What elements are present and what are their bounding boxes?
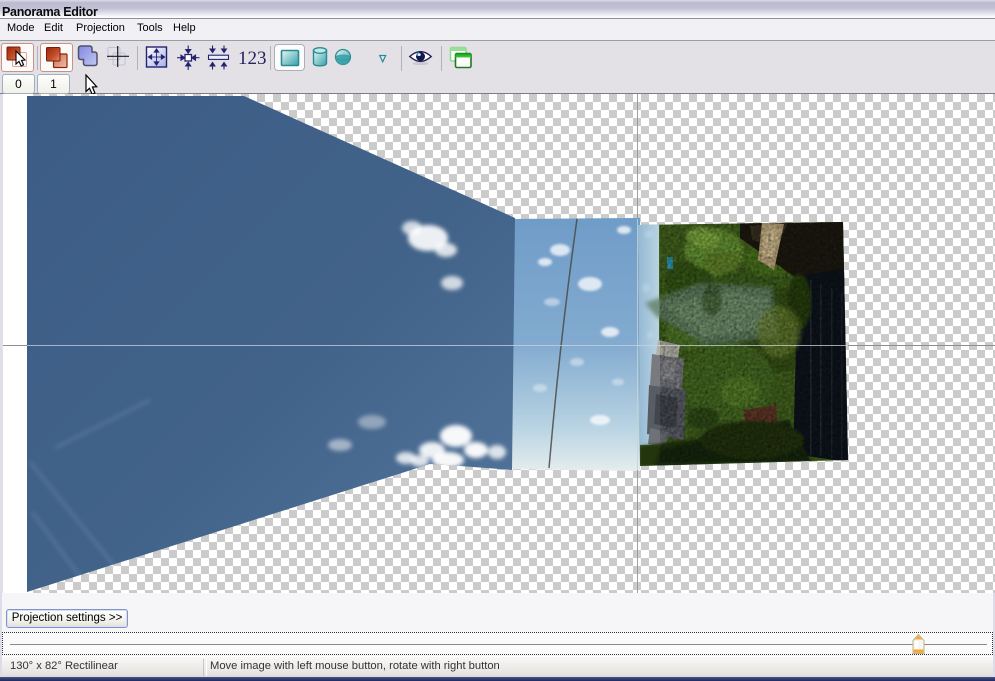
svg-text:123: 123 [238,48,267,69]
